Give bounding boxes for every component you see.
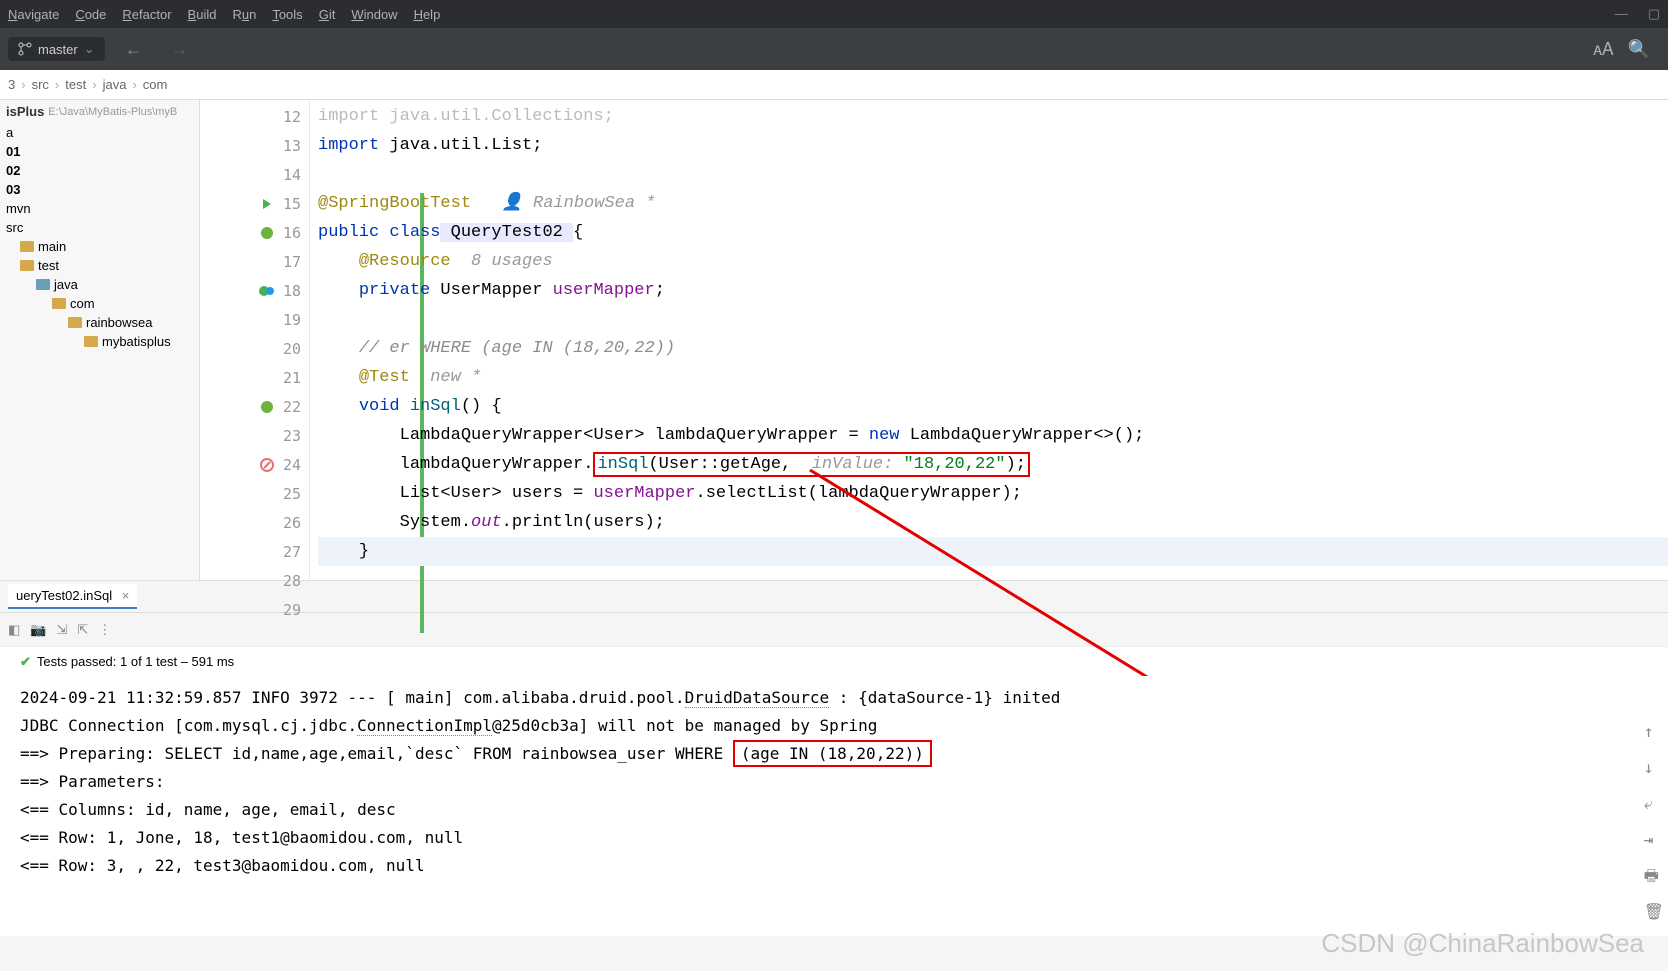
scroll-up-icon[interactable]: ↑ bbox=[1644, 718, 1664, 746]
tree-item[interactable]: src bbox=[0, 218, 199, 237]
check-icon: ✔ bbox=[20, 654, 31, 670]
close-tab-icon[interactable]: × bbox=[122, 588, 130, 603]
nav-forward-button[interactable]: → bbox=[163, 35, 197, 64]
warn-gutter-icon[interactable] bbox=[259, 457, 275, 473]
menu-window[interactable]: Window bbox=[351, 7, 397, 22]
tree-item[interactable]: mvn bbox=[0, 199, 199, 218]
folder-icon bbox=[84, 336, 98, 347]
menu-refactor[interactable]: Refactor bbox=[122, 7, 171, 22]
project-tree[interactable]: isPlus E:\Java\MyBatis-Plus\myB a 01 02 … bbox=[0, 100, 200, 580]
code-line[interactable]: void inSql() { bbox=[318, 392, 1668, 421]
bean-gutter-icon[interactable] bbox=[259, 399, 275, 415]
console-line: 2024-09-21 11:32:59.857 INFO 3972 --- [ … bbox=[20, 684, 1648, 712]
code-line[interactable]: import java.util.List; bbox=[318, 131, 1668, 160]
export-icon[interactable]: ⇱ bbox=[77, 622, 88, 638]
search-icon[interactable]: 🔍 bbox=[1628, 39, 1650, 60]
tree-item[interactable]: main bbox=[0, 237, 199, 256]
crumb-2[interactable]: test bbox=[65, 77, 86, 92]
menu-help[interactable]: Help bbox=[414, 7, 441, 22]
project-name[interactable]: isPlus bbox=[6, 104, 44, 119]
console-line: <== Row: 3, , 22, test3@baomidou.com, nu… bbox=[20, 852, 1648, 880]
maximize-icon[interactable]: ▢ bbox=[1648, 6, 1660, 22]
test-status-bar: ✔ Tests passed: 1 of 1 test – 591 ms bbox=[0, 646, 1668, 676]
crumb-3[interactable]: java bbox=[103, 77, 127, 92]
folder-icon bbox=[36, 279, 50, 290]
code-line[interactable]: lambdaQueryWrapper.inSql(User::getAge, i… bbox=[318, 450, 1668, 479]
code-line[interactable]: // er WHERE (age IN (18,20,22)) bbox=[318, 334, 1668, 363]
crumb-0[interactable]: 3 bbox=[8, 77, 15, 92]
folder-icon bbox=[20, 260, 34, 271]
breadcrumb[interactable]: 3› src› test› java› com bbox=[0, 70, 1668, 100]
code-line[interactable]: public class QueryTest02 { bbox=[318, 218, 1668, 247]
menu-build[interactable]: Build bbox=[188, 7, 217, 22]
branch-name: master bbox=[38, 42, 78, 57]
folder-icon bbox=[52, 298, 66, 309]
tree-item[interactable]: 03 bbox=[0, 180, 199, 199]
crumb-1[interactable]: src bbox=[32, 77, 49, 92]
main-toolbar: master ⌄ ← → 🗚 🔍 bbox=[0, 28, 1668, 70]
translate-icon[interactable]: 🗚 bbox=[1593, 39, 1613, 60]
code-line[interactable]: @Resource 8 usages bbox=[318, 247, 1668, 276]
code-line[interactable]: @Test new * bbox=[318, 363, 1668, 392]
console-line: <== Columns: id, name, age, email, desc bbox=[20, 796, 1648, 824]
chevron-down-icon: ⌄ bbox=[84, 41, 95, 57]
code-line[interactable]: List<User> users = userMapper.selectList… bbox=[318, 479, 1668, 508]
tree-item[interactable]: mybatisplus bbox=[0, 332, 199, 351]
code-editor[interactable]: 12 13 14 15 16 17 18 19 20 21 22 23 24 2… bbox=[200, 100, 1668, 580]
nav-back-button[interactable]: ← bbox=[117, 35, 151, 64]
trash-icon[interactable]: 🗑 bbox=[1644, 898, 1664, 926]
tree-item[interactable]: 02 bbox=[0, 161, 199, 180]
code-line[interactable]: @SpringBootTest 👤 RainbowSea * bbox=[318, 189, 1668, 218]
tab-label: ueryTest02.inSql bbox=[16, 588, 112, 603]
camera-icon[interactable]: 📷 bbox=[30, 622, 46, 638]
tree-item[interactable]: test bbox=[0, 256, 199, 275]
code-line[interactable]: LambdaQueryWrapper<User> lambdaQueryWrap… bbox=[318, 421, 1668, 450]
run-gutter-icon[interactable] bbox=[259, 196, 275, 212]
console-line: ==> Preparing: SELECT id,name,age,email,… bbox=[20, 740, 1648, 768]
project-path: E:\Java\MyBatis-Plus\myB bbox=[48, 106, 177, 118]
nav-gutter-icon[interactable] bbox=[259, 283, 275, 299]
console-line: <== Row: 1, Jone, 18, test1@baomidou.com… bbox=[20, 824, 1648, 852]
menu-git[interactable]: Git bbox=[319, 7, 336, 22]
tab-active[interactable]: ueryTest02.inSql × bbox=[8, 584, 137, 609]
crumb-4[interactable]: com bbox=[143, 77, 168, 92]
menu-tools[interactable]: Tools bbox=[272, 7, 302, 22]
console-line: ==> Parameters: bbox=[20, 768, 1648, 796]
more-icon[interactable]: ⋮ bbox=[98, 622, 111, 638]
watermark: CSDN @ChinaRainbowSea bbox=[1321, 928, 1644, 959]
wrap-icon[interactable]: ⤶ bbox=[1644, 790, 1664, 818]
test-status-text: Tests passed: 1 of 1 test – 591 ms bbox=[37, 654, 234, 669]
minimize-icon[interactable]: — bbox=[1615, 6, 1628, 22]
code-line[interactable]: System.out.println(users); bbox=[318, 508, 1668, 537]
git-branch-selector[interactable]: master ⌄ bbox=[8, 37, 105, 61]
editor-gutter: 12 13 14 15 16 17 18 19 20 21 22 23 24 2… bbox=[200, 100, 310, 580]
soft-wrap-icon[interactable]: ⇥ bbox=[1644, 826, 1664, 854]
tree-item[interactable]: rainbowsea bbox=[0, 313, 199, 332]
tree-item[interactable]: 01 bbox=[0, 142, 199, 161]
menu-run[interactable]: Run bbox=[232, 7, 256, 22]
folder-icon bbox=[68, 317, 82, 328]
code-line[interactable]: } bbox=[318, 537, 1668, 566]
toggle-icon[interactable]: ◧ bbox=[8, 622, 20, 638]
tree-item[interactable]: a bbox=[0, 123, 199, 142]
scroll-down-icon[interactable]: ↓ bbox=[1644, 754, 1664, 782]
console-line: JDBC Connection [com.mysql.cj.jdbc.Conne… bbox=[20, 712, 1648, 740]
tree-item[interactable]: com bbox=[0, 294, 199, 313]
folder-icon bbox=[20, 241, 34, 252]
console-output[interactable]: 2024-09-21 11:32:59.857 INFO 3972 --- [ … bbox=[0, 676, 1668, 936]
menu-code[interactable]: Code bbox=[75, 7, 106, 22]
import-icon[interactable]: ⇲ bbox=[56, 622, 67, 638]
main-menubar[interactable]: Navigate Code Refactor Build Run Tools G… bbox=[0, 0, 1668, 28]
menu-navigate[interactable]: Navigate bbox=[8, 7, 59, 22]
code-line[interactable]: import java.util.Collections; bbox=[318, 102, 1668, 131]
tree-item[interactable]: java bbox=[0, 275, 199, 294]
code-line[interactable]: private UserMapper userMapper; bbox=[318, 276, 1668, 305]
bean-gutter-icon[interactable] bbox=[259, 225, 275, 241]
print-icon[interactable]: 🖶 bbox=[1644, 862, 1664, 890]
